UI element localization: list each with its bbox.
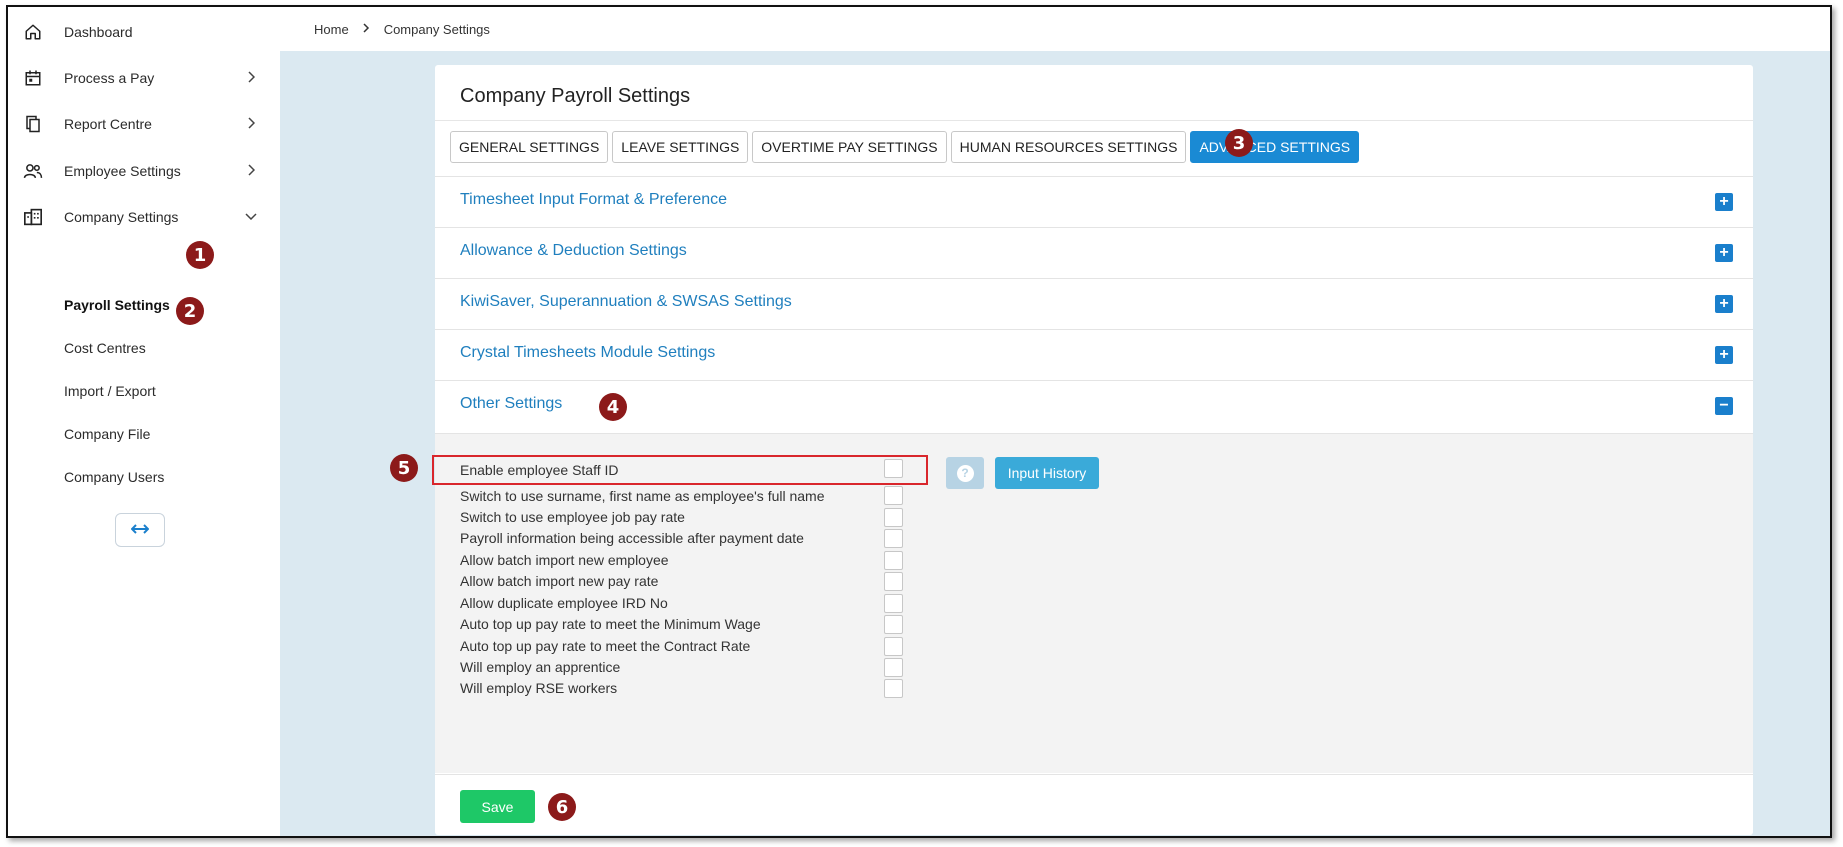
chevron-down-icon <box>244 209 258 223</box>
calendar-icon <box>22 67 44 89</box>
option-minimum-wage: Auto top up pay rate to meet the Minimum… <box>460 616 761 632</box>
sidebar-item-label: Process a Pay <box>64 70 155 86</box>
main-area: Home Company Settings Company Payroll Se… <box>280 7 1830 836</box>
callout-marker-3: 3 <box>1225 129 1253 157</box>
help-button[interactable]: ? <box>946 457 984 489</box>
home-icon <box>22 21 44 43</box>
save-button[interactable]: Save <box>460 790 535 823</box>
settings-card: Company Payroll Settings GENERAL SETTING… <box>390 65 1753 835</box>
section-other-settings: Other Settings − <box>435 380 1753 431</box>
option-job-pay-rate: Switch to use employee job pay rate <box>460 509 685 525</box>
option-minimum-wage-checkbox[interactable] <box>884 615 903 634</box>
tab-advanced-settings[interactable]: ADVANCED SETTINGS <box>1190 131 1360 163</box>
option-enable-staff-id: Enable employee Staff ID <box>460 462 619 478</box>
option-rse-workers: Will employ RSE workers <box>460 680 618 696</box>
divider <box>435 120 1753 121</box>
sidebar-item-label: Dashboard <box>64 24 133 40</box>
sidebar-item-dashboard[interactable]: Dashboard <box>8 7 280 57</box>
sidebar-item-employee-settings[interactable]: Employee Settings <box>8 146 280 196</box>
chevron-right-icon <box>244 163 258 177</box>
option-batch-import-pay-rate: Allow batch import new pay rate <box>460 573 659 589</box>
section-title[interactable]: Timesheet Input Format & Preference <box>460 191 727 209</box>
callout-marker-2: 2 <box>176 297 204 325</box>
section-title[interactable]: Allowance & Deduction Settings <box>460 242 687 260</box>
section-title[interactable]: Other Settings <box>460 395 562 413</box>
page-title: Company Payroll Settings <box>460 85 691 107</box>
section-allowance-deduction: Allowance & Deduction Settings + <box>435 227 1753 278</box>
question-icon: ? <box>956 464 974 482</box>
input-history-button[interactable]: Input History <box>995 457 1099 489</box>
breadcrumb-home-link[interactable]: Home <box>314 22 349 37</box>
callout-marker-4: 4 <box>599 393 627 421</box>
expand-plus-icon[interactable]: + <box>1715 295 1733 313</box>
option-duplicate-ird-checkbox[interactable] <box>884 594 903 613</box>
section-title[interactable]: Crystal Timesheets Module Settings <box>460 344 715 362</box>
breadcrumb: Home Company Settings <box>280 7 1830 51</box>
option-duplicate-ird: Allow duplicate employee IRD No <box>460 595 668 611</box>
option-payroll-info-accessible-checkbox[interactable] <box>884 529 903 548</box>
callout-marker-6: 6 <box>548 793 576 821</box>
tab-human-resources-settings[interactable]: HUMAN RESOURCES SETTINGS <box>950 131 1187 163</box>
section-title[interactable]: KiwiSaver, Superannuation & SWSAS Settin… <box>460 293 792 311</box>
settings-tabs: GENERAL SETTINGS LEAVE SETTINGS OVERTIME… <box>450 131 1360 163</box>
tab-general-settings[interactable]: GENERAL SETTINGS <box>450 131 609 163</box>
tab-overtime-pay-settings[interactable]: OVERTIME PAY SETTINGS <box>752 131 947 163</box>
callout-marker-1: 1 <box>186 241 214 269</box>
sidebar-subitem-company-file[interactable]: Company File <box>64 426 150 442</box>
sidebar-subitem-import-export[interactable]: Import / Export <box>64 383 156 399</box>
building-icon <box>22 206 44 228</box>
expand-plus-icon[interactable]: + <box>1715 346 1733 364</box>
option-contract-rate: Auto top up pay rate to meet the Contrac… <box>460 638 751 654</box>
sidebar-subitem-cost-centres[interactable]: Cost Centres <box>64 340 146 356</box>
sidebar-subitem-company-users[interactable]: Company Users <box>64 469 164 485</box>
option-rse-workers-checkbox[interactable] <box>884 679 903 698</box>
option-batch-import-pay-rate-checkbox[interactable] <box>884 572 903 591</box>
option-surname-first-name: Switch to use surname, first name as emp… <box>460 488 825 504</box>
double-arrow-icon <box>130 521 150 539</box>
documents-icon <box>22 113 44 135</box>
app-window: Dashboard Process a Pay Report Centre Em… <box>6 5 1832 838</box>
collapse-minus-icon[interactable]: − <box>1715 397 1733 415</box>
other-settings-panel: 5 Enable employee Staff ID ? Input Histo… <box>390 433 1753 773</box>
sidebar-item-label: Employee Settings <box>64 163 181 179</box>
option-apprentice: Will employ an apprentice <box>460 659 621 675</box>
sidebar-item-label: Company Settings <box>64 209 179 225</box>
section-kiwisaver-superannuation: KiwiSaver, Superannuation & SWSAS Settin… <box>435 278 1753 329</box>
people-icon <box>22 160 44 182</box>
option-payroll-info-accessible: Payroll information being accessible aft… <box>460 530 804 546</box>
option-batch-import-employee: Allow batch import new employee <box>460 552 669 568</box>
option-job-pay-rate-checkbox[interactable] <box>884 508 903 527</box>
sidebar-item-company-settings[interactable]: Company Settings <box>8 192 280 242</box>
option-apprentice-checkbox[interactable] <box>884 658 903 677</box>
section-timesheet-input-format: Timesheet Input Format & Preference + <box>435 176 1753 227</box>
option-surname-first-name-checkbox[interactable] <box>884 486 903 505</box>
sidebar-item-report-centre[interactable]: Report Centre <box>8 99 280 149</box>
expand-plus-icon[interactable]: + <box>1715 193 1733 211</box>
chevron-right-icon <box>244 70 258 84</box>
sidebar-subitem-payroll-settings[interactable]: Payroll Settings <box>64 297 170 313</box>
option-batch-import-employee-checkbox[interactable] <box>884 551 903 570</box>
sidebar: Dashboard Process a Pay Report Centre Em… <box>8 7 280 836</box>
expand-plus-icon[interactable]: + <box>1715 244 1733 262</box>
chevron-right-icon <box>363 22 370 36</box>
sidebar-item-process-a-pay[interactable]: Process a Pay <box>8 53 280 103</box>
sidebar-collapse-button[interactable] <box>115 513 165 547</box>
section-crystal-timesheets: Crystal Timesheets Module Settings + <box>435 329 1753 380</box>
sidebar-item-label: Report Centre <box>64 116 152 132</box>
divider <box>435 774 1753 775</box>
breadcrumb-current: Company Settings <box>383 21 490 37</box>
tab-leave-settings[interactable]: LEAVE SETTINGS <box>612 131 749 163</box>
option-enable-staff-id-checkbox[interactable] <box>884 459 903 478</box>
callout-marker-5: 5 <box>390 454 418 482</box>
option-contract-rate-checkbox[interactable] <box>884 637 903 656</box>
chevron-right-icon <box>244 116 258 130</box>
